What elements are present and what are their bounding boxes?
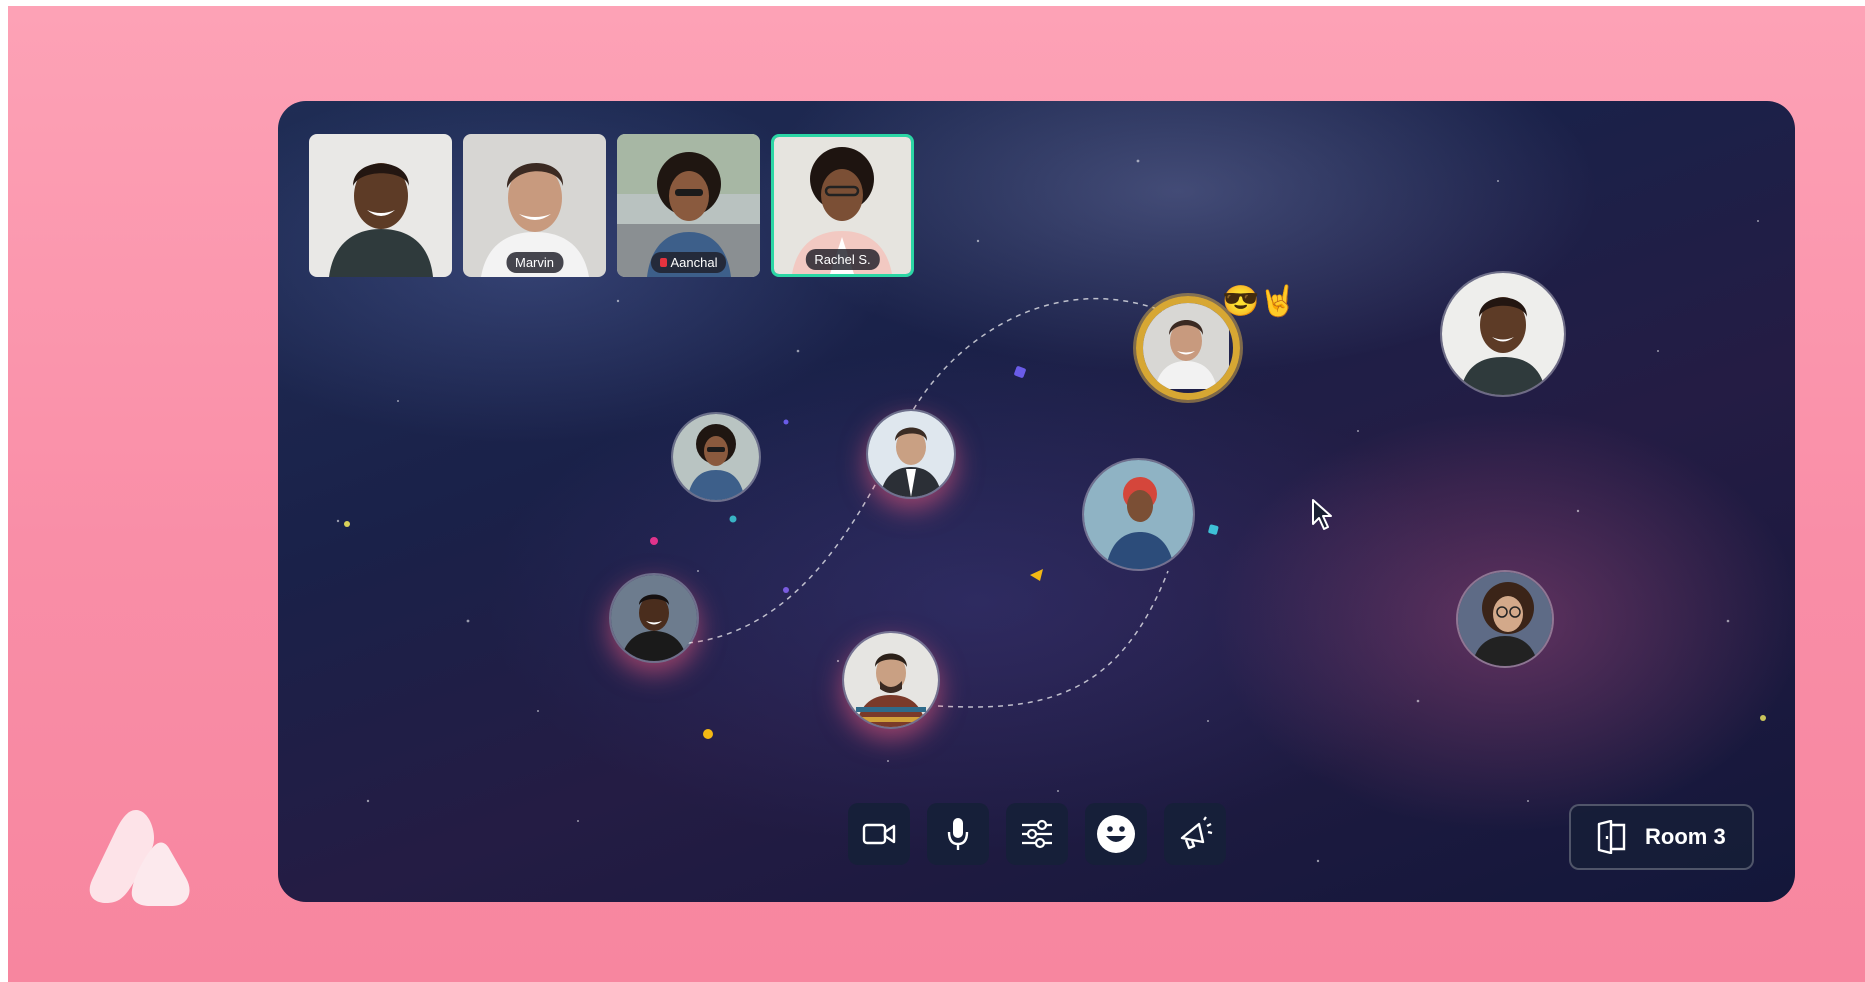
video-tile[interactable]: Marvin bbox=[463, 134, 606, 277]
settings-button[interactable] bbox=[1006, 803, 1068, 865]
participant-avatar[interactable] bbox=[1440, 271, 1566, 397]
participant-name: Marvin bbox=[505, 252, 564, 273]
participant-name: Rachel S. bbox=[805, 249, 880, 270]
microphone-icon bbox=[947, 818, 969, 850]
participant-avatar[interactable] bbox=[609, 573, 699, 663]
emoji-reaction: 😎🤘 bbox=[1222, 284, 1297, 318]
microphone-button[interactable] bbox=[927, 803, 989, 865]
camera-icon bbox=[862, 823, 896, 845]
door-icon bbox=[1597, 820, 1626, 854]
participant-avatar[interactable] bbox=[1456, 570, 1554, 668]
settings-sliders-icon bbox=[1022, 819, 1052, 849]
space-canvas[interactable]: Marvin Aanchal Rachel S. 😎🤘 Room 3 bbox=[278, 101, 1795, 902]
video-tile[interactable] bbox=[309, 134, 452, 277]
participant-avatar[interactable] bbox=[866, 409, 956, 499]
megaphone-icon bbox=[1180, 816, 1213, 850]
camera-button[interactable] bbox=[848, 803, 910, 865]
broadcast-button[interactable] bbox=[1164, 803, 1226, 865]
participant-avatar[interactable] bbox=[1082, 458, 1195, 571]
participant-name: Aanchal bbox=[650, 252, 727, 273]
emoji-button[interactable] bbox=[1085, 803, 1147, 865]
app-logo bbox=[89, 810, 190, 906]
participant-avatar[interactable] bbox=[842, 631, 940, 729]
emoji-icon bbox=[1097, 815, 1135, 853]
muted-mic-icon bbox=[659, 258, 667, 267]
mouse-cursor-icon bbox=[1312, 499, 1332, 530]
video-tile-active[interactable]: Rachel S. bbox=[771, 134, 914, 277]
room-button[interactable]: Room 3 bbox=[1569, 804, 1754, 870]
video-tile[interactable]: Aanchal bbox=[617, 134, 760, 277]
participant-avatar[interactable] bbox=[671, 412, 761, 502]
room-label: Room 3 bbox=[1645, 824, 1726, 849]
